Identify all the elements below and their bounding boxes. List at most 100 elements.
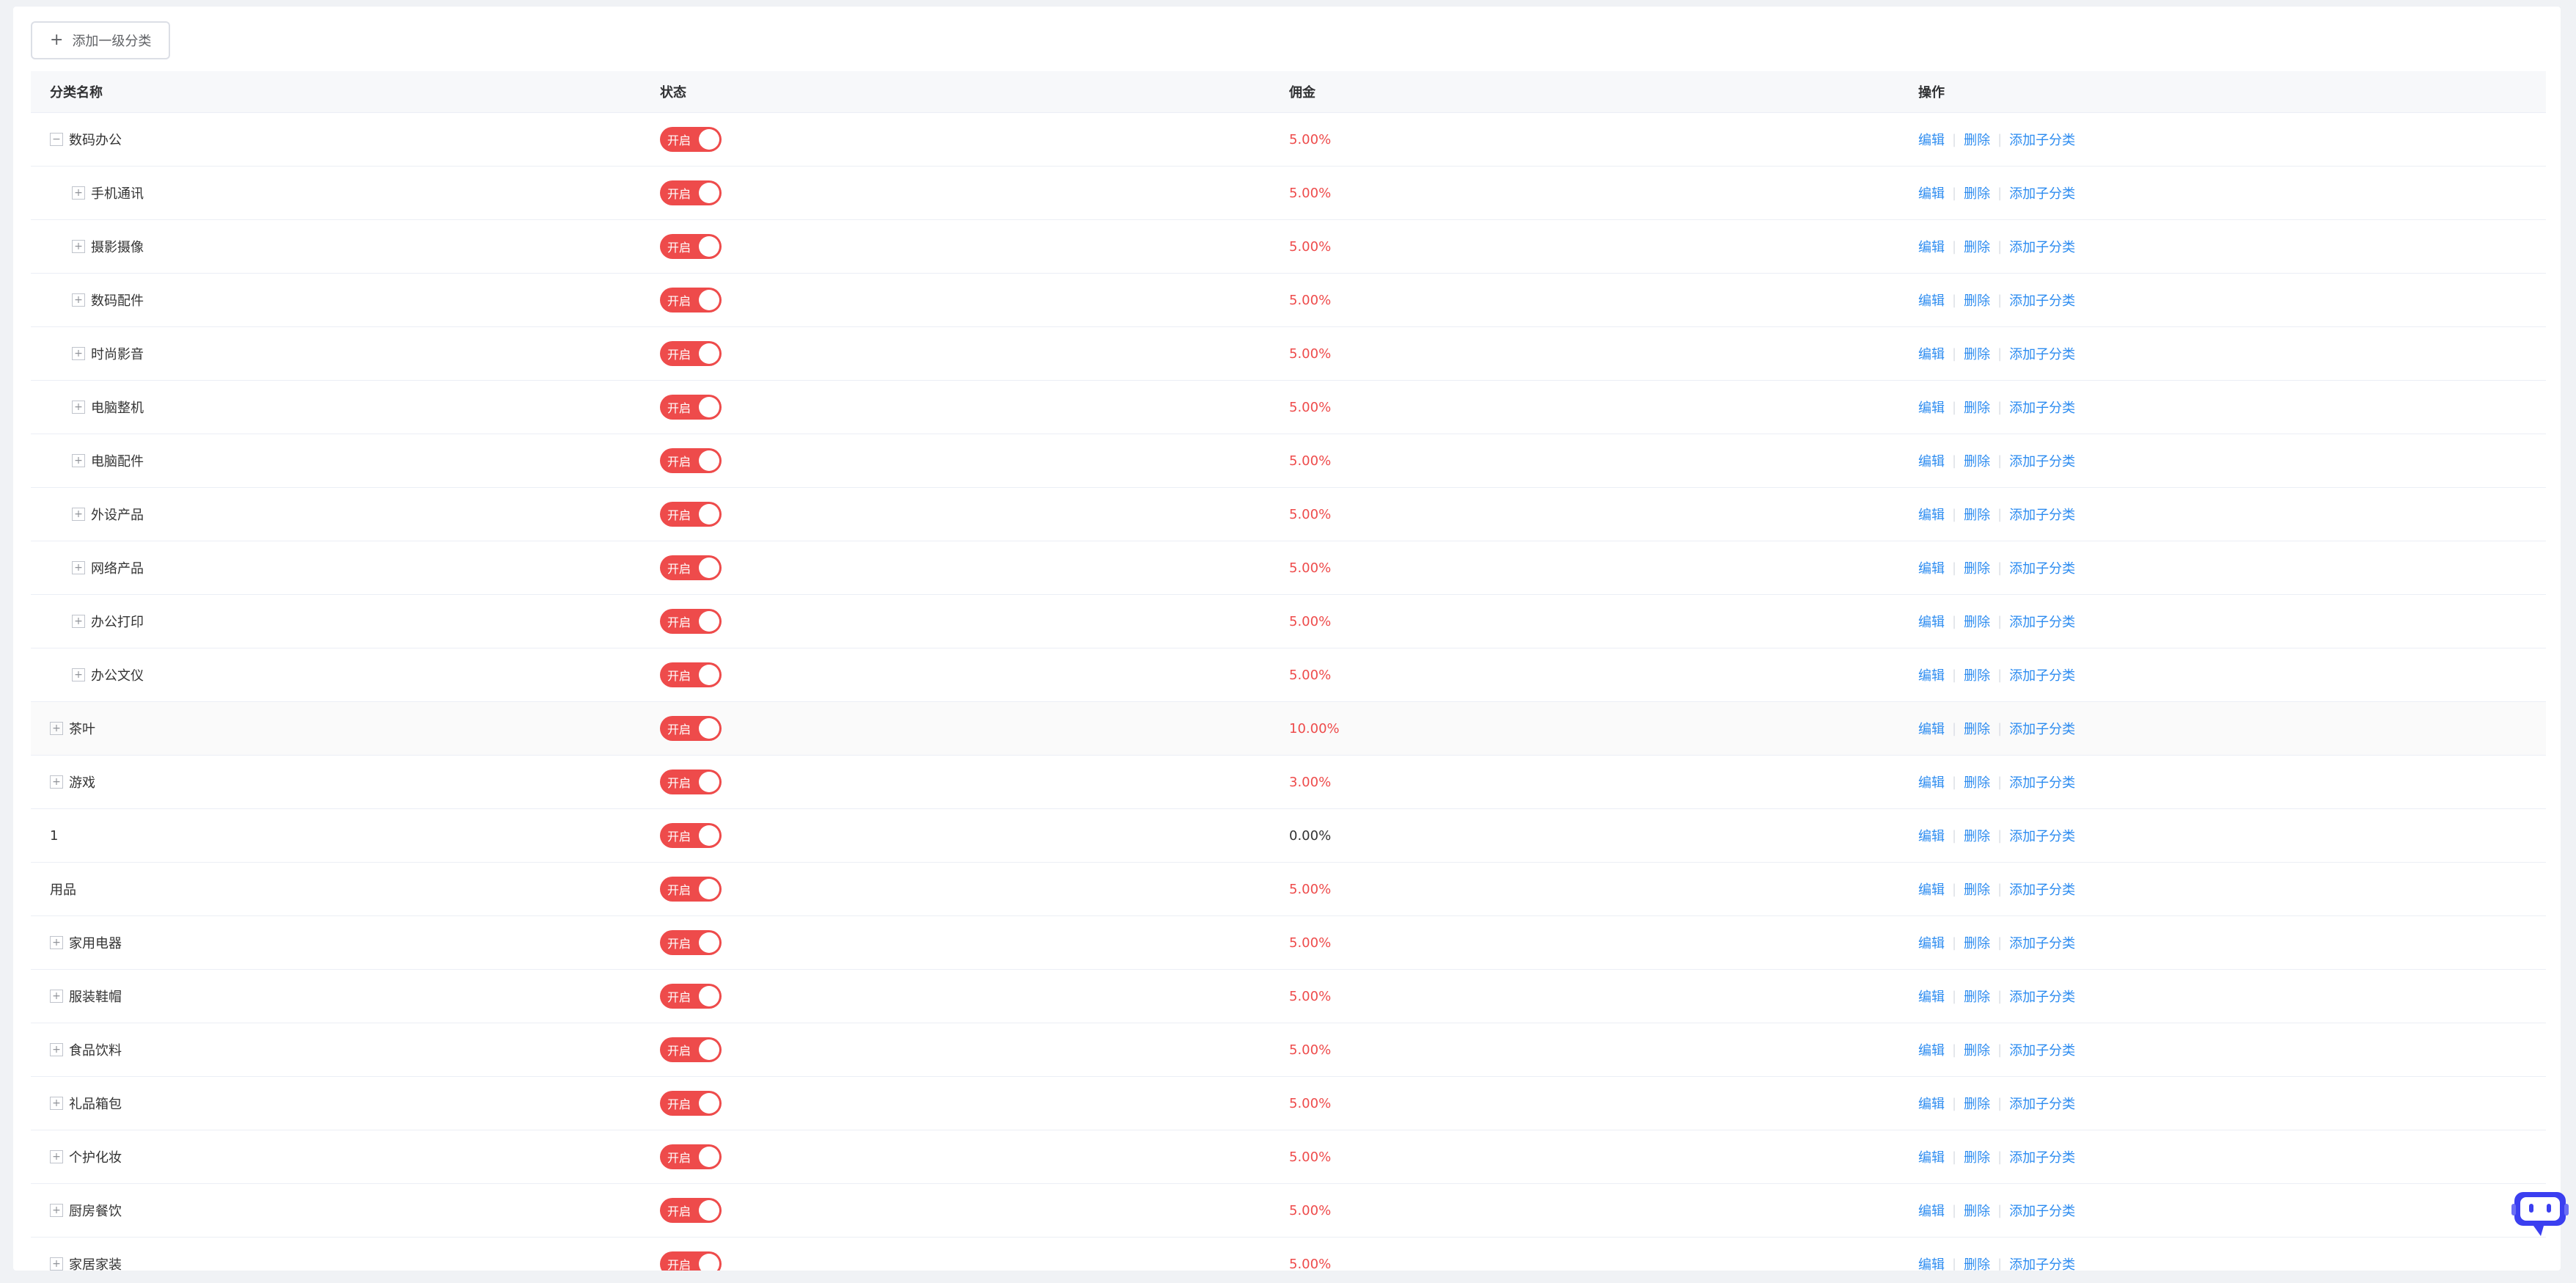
edit-link[interactable]: 编辑 [1918, 505, 1945, 524]
delete-link[interactable]: 删除 [1964, 665, 1990, 684]
add-child-link[interactable]: 添加子分类 [2009, 1201, 2075, 1220]
add-child-link[interactable]: 添加子分类 [2009, 505, 2075, 524]
status-switch[interactable]: 开启 [660, 448, 722, 473]
edit-link[interactable]: 编辑 [1918, 1094, 1945, 1113]
status-switch[interactable]: 开启 [660, 823, 722, 848]
delete-link[interactable]: 删除 [1964, 719, 1990, 738]
delete-link[interactable]: 删除 [1964, 612, 1990, 631]
delete-link[interactable]: 删除 [1964, 880, 1990, 899]
add-child-link[interactable]: 添加子分类 [2009, 772, 2075, 792]
delete-link[interactable]: 删除 [1964, 1201, 1990, 1220]
expand-icon[interactable]: + [50, 1150, 63, 1163]
add-child-link[interactable]: 添加子分类 [2009, 719, 2075, 738]
expand-icon[interactable]: + [72, 508, 85, 521]
status-switch[interactable]: 开启 [660, 127, 722, 152]
edit-link[interactable]: 编辑 [1918, 290, 1945, 310]
add-child-link[interactable]: 添加子分类 [2009, 933, 2075, 952]
add-child-link[interactable]: 添加子分类 [2009, 183, 2075, 202]
add-child-link[interactable]: 添加子分类 [2009, 344, 2075, 363]
expand-icon[interactable]: + [72, 347, 85, 360]
status-switch[interactable]: 开启 [660, 555, 722, 580]
status-switch[interactable]: 开启 [660, 1091, 722, 1116]
delete-link[interactable]: 删除 [1964, 772, 1990, 792]
add-child-link[interactable]: 添加子分类 [2009, 451, 2075, 470]
status-switch[interactable]: 开启 [660, 502, 722, 527]
expand-icon[interactable]: + [50, 1257, 63, 1271]
status-switch[interactable]: 开启 [660, 180, 722, 205]
status-switch[interactable]: 开启 [660, 716, 722, 741]
status-switch[interactable]: 开启 [660, 1037, 722, 1062]
edit-link[interactable]: 编辑 [1918, 130, 1945, 149]
edit-link[interactable]: 编辑 [1918, 183, 1945, 202]
delete-link[interactable]: 删除 [1964, 505, 1990, 524]
edit-link[interactable]: 编辑 [1918, 612, 1945, 631]
expand-icon[interactable]: + [72, 293, 85, 307]
expand-icon[interactable]: + [72, 615, 85, 628]
add-top-category-button[interactable]: + 添加一级分类 [31, 21, 171, 59]
add-child-link[interactable]: 添加子分类 [2009, 398, 2075, 417]
add-child-link[interactable]: 添加子分类 [2009, 987, 2075, 1006]
expand-icon[interactable]: + [50, 722, 63, 735]
edit-link[interactable]: 编辑 [1918, 1201, 1945, 1220]
add-child-link[interactable]: 添加子分类 [2009, 665, 2075, 684]
edit-link[interactable]: 编辑 [1918, 1254, 1945, 1271]
delete-link[interactable]: 删除 [1964, 933, 1990, 952]
edit-link[interactable]: 编辑 [1918, 933, 1945, 952]
delete-link[interactable]: 删除 [1964, 826, 1990, 845]
edit-link[interactable]: 编辑 [1918, 1147, 1945, 1166]
add-child-link[interactable]: 添加子分类 [2009, 1147, 2075, 1166]
add-child-link[interactable]: 添加子分类 [2009, 612, 2075, 631]
add-child-link[interactable]: 添加子分类 [2009, 130, 2075, 149]
edit-link[interactable]: 编辑 [1918, 237, 1945, 256]
delete-link[interactable]: 删除 [1964, 558, 1990, 577]
status-switch[interactable]: 开启 [660, 1198, 722, 1223]
edit-link[interactable]: 编辑 [1918, 665, 1945, 684]
status-switch[interactable]: 开启 [660, 1251, 722, 1271]
edit-link[interactable]: 编辑 [1918, 344, 1945, 363]
status-switch[interactable]: 开启 [660, 984, 722, 1009]
add-child-link[interactable]: 添加子分类 [2009, 237, 2075, 256]
edit-link[interactable]: 编辑 [1918, 719, 1945, 738]
expand-icon[interactable]: + [50, 1097, 63, 1110]
delete-link[interactable]: 删除 [1964, 1040, 1990, 1059]
expand-icon[interactable]: + [72, 454, 85, 467]
status-switch[interactable]: 开启 [660, 609, 722, 634]
status-switch[interactable]: 开启 [660, 662, 722, 687]
expand-icon[interactable]: + [72, 561, 85, 574]
delete-link[interactable]: 删除 [1964, 1254, 1990, 1271]
delete-link[interactable]: 删除 [1964, 1147, 1990, 1166]
expand-icon[interactable]: + [50, 1204, 63, 1217]
status-switch[interactable]: 开启 [660, 1144, 722, 1169]
edit-link[interactable]: 编辑 [1918, 558, 1945, 577]
add-child-link[interactable]: 添加子分类 [2009, 880, 2075, 899]
delete-link[interactable]: 删除 [1964, 344, 1990, 363]
expand-icon[interactable]: + [50, 1043, 63, 1056]
add-child-link[interactable]: 添加子分类 [2009, 1040, 2075, 1059]
delete-link[interactable]: 删除 [1964, 451, 1990, 470]
status-switch[interactable]: 开启 [660, 341, 722, 366]
delete-link[interactable]: 删除 [1964, 290, 1990, 310]
delete-link[interactable]: 删除 [1964, 398, 1990, 417]
status-switch[interactable]: 开启 [660, 395, 722, 420]
status-switch[interactable]: 开启 [660, 770, 722, 794]
add-child-link[interactable]: 添加子分类 [2009, 290, 2075, 310]
add-child-link[interactable]: 添加子分类 [2009, 826, 2075, 845]
delete-link[interactable]: 删除 [1964, 237, 1990, 256]
status-switch[interactable]: 开启 [660, 930, 722, 955]
edit-link[interactable]: 编辑 [1918, 826, 1945, 845]
collapse-icon[interactable]: − [50, 133, 63, 146]
delete-link[interactable]: 删除 [1964, 987, 1990, 1006]
status-switch[interactable]: 开启 [660, 234, 722, 259]
expand-icon[interactable]: + [50, 936, 63, 949]
add-child-link[interactable]: 添加子分类 [2009, 1094, 2075, 1113]
edit-link[interactable]: 编辑 [1918, 880, 1945, 899]
expand-icon[interactable]: + [72, 240, 85, 253]
edit-link[interactable]: 编辑 [1918, 398, 1945, 417]
add-child-link[interactable]: 添加子分类 [2009, 1254, 2075, 1271]
status-switch[interactable]: 开启 [660, 877, 722, 902]
expand-icon[interactable]: + [50, 775, 63, 789]
edit-link[interactable]: 编辑 [1918, 772, 1945, 792]
chat-bot-button[interactable] [2511, 1186, 2569, 1239]
expand-icon[interactable]: + [72, 186, 85, 200]
expand-icon[interactable]: + [72, 401, 85, 414]
